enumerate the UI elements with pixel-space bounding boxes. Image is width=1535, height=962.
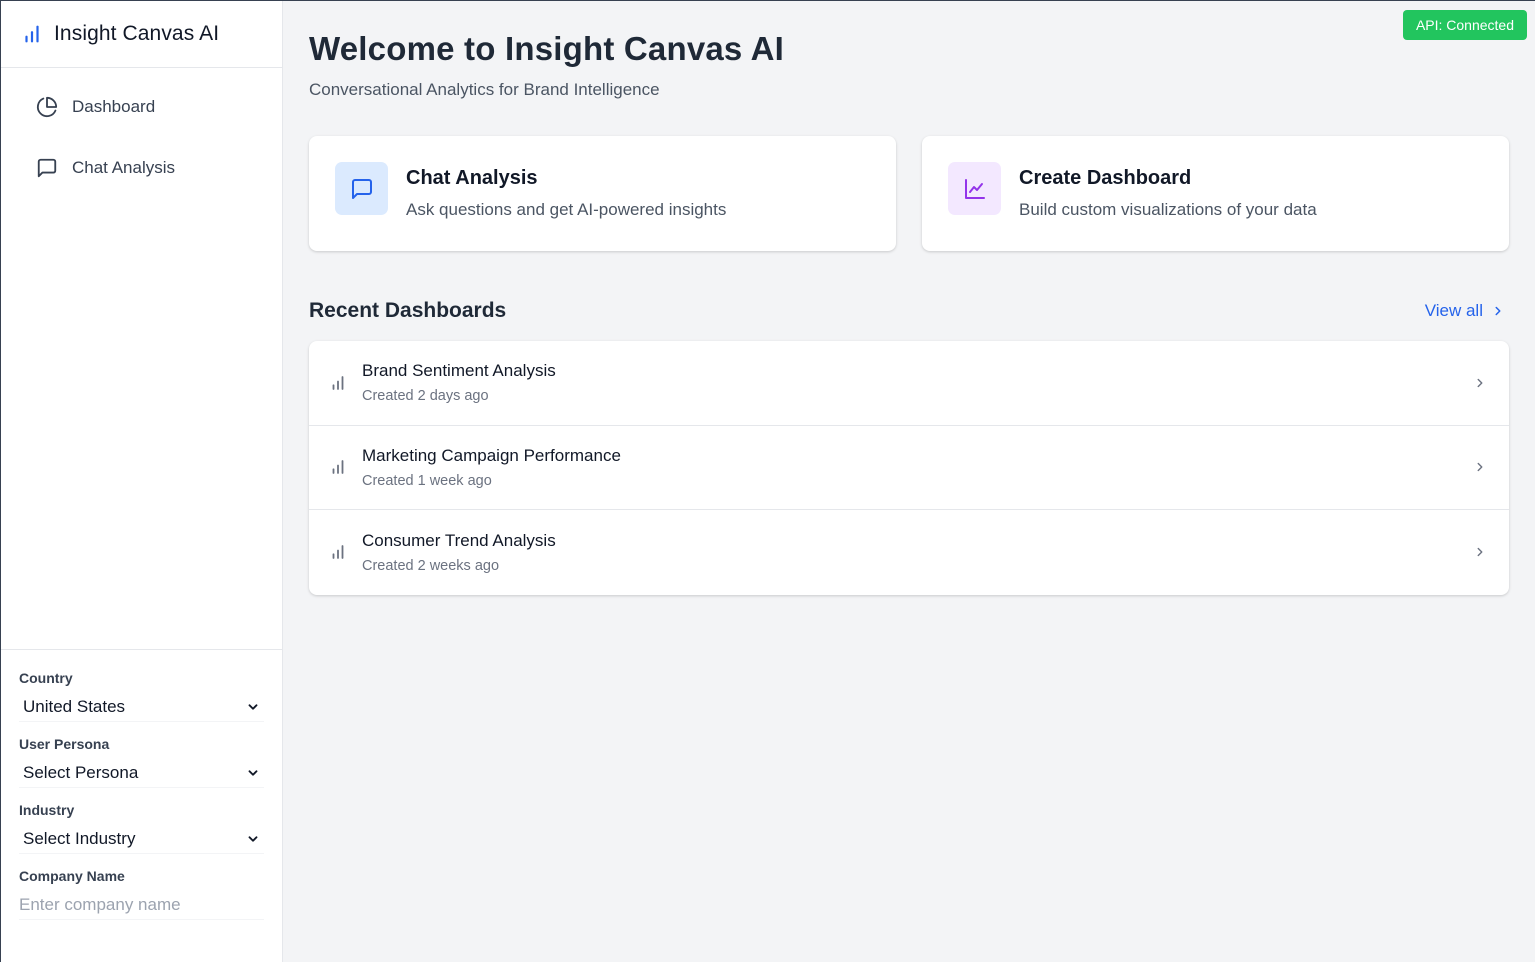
chevron-down-icon <box>246 700 260 714</box>
list-item-title: Consumer Trend Analysis <box>362 530 556 550</box>
country-value: United States <box>23 696 126 716</box>
chevron-down-icon <box>246 832 260 846</box>
bar-chart-icon <box>329 458 347 476</box>
recent-dashboards-header: Recent Dashboards View all <box>309 299 1509 323</box>
filter-panel: Country United States User Persona Selec… <box>1 649 282 962</box>
chevron-right-icon <box>1473 545 1487 559</box>
list-item-text: Marketing Campaign Performance Created 1… <box>362 446 1473 489</box>
chevron-right-icon <box>1473 376 1487 390</box>
section-title: Recent Dashboards <box>309 299 507 322</box>
card-title: Create Dashboard <box>1019 167 1192 189</box>
list-item[interactable]: Brand Sentiment Analysis Created 2 days … <box>309 341 1509 426</box>
list-item[interactable]: Marketing Campaign Performance Created 1… <box>309 426 1509 510</box>
page-subtitle: Conversational Analytics for Brand Intel… <box>309 80 660 99</box>
industry-select[interactable]: Select Industry <box>19 824 264 854</box>
card-description: Build custom visualizations of your data <box>1019 200 1317 219</box>
bar-chart-icon <box>21 23 43 45</box>
sidebar-nav: Dashboard Chat Analysis <box>1 68 282 208</box>
chat-analysis-card[interactable]: Chat Analysis Ask questions and get AI-p… <box>309 136 896 251</box>
recent-dashboards-list: Brand Sentiment Analysis Created 2 days … <box>309 341 1509 595</box>
country-select[interactable]: United States <box>19 692 264 722</box>
sidebar-item-label: Dashboard <box>72 97 156 116</box>
view-all-link[interactable]: View all <box>1425 301 1505 321</box>
message-square-icon <box>335 162 388 215</box>
list-item-subtitle: Created 2 weeks ago <box>362 557 500 574</box>
list-item-subtitle: Created 1 week ago <box>362 472 492 489</box>
industry-label: Industry <box>19 802 75 818</box>
list-item-subtitle: Created 2 days ago <box>362 388 489 405</box>
list-item-title: Marketing Campaign Performance <box>362 445 621 465</box>
list-item-text: Brand Sentiment Analysis Created 2 days … <box>362 361 1473 404</box>
list-item[interactable]: Consumer Trend Analysis Created 2 weeks … <box>309 510 1509 595</box>
company-name-input[interactable] <box>19 890 264 920</box>
bar-chart-icon <box>329 374 347 392</box>
card-text: Create Dashboard Build custom visualizat… <box>1019 162 1317 220</box>
line-chart-icon <box>948 162 1001 215</box>
view-all-label: View all <box>1424 301 1483 320</box>
brand-header: Insight Canvas AI <box>1 1 282 68</box>
chevron-right-icon <box>1473 460 1487 474</box>
sidebar: Insight Canvas AI Dashboard Chat Analysi… <box>1 1 283 962</box>
sidebar-item-label: Chat Analysis <box>72 158 175 177</box>
persona-value: Select Persona <box>23 762 139 782</box>
quick-action-cards: Chat Analysis Ask questions and get AI-p… <box>309 136 1509 251</box>
app-root: Insight Canvas AI Dashboard Chat Analysi… <box>0 0 1535 962</box>
main-content: API: Connected Welcome to Insight Canvas… <box>283 1 1535 962</box>
sidebar-item-chat-analysis[interactable]: Chat Analysis <box>17 147 266 189</box>
app-title: Insight Canvas AI <box>54 22 220 45</box>
card-description: Ask questions and get AI-powered insight… <box>406 200 727 219</box>
industry-value: Select Industry <box>23 828 136 848</box>
company-label: Company Name <box>19 868 125 884</box>
message-square-icon <box>36 157 58 179</box>
chevron-down-icon <box>246 766 260 780</box>
list-item-title: Brand Sentiment Analysis <box>362 361 556 381</box>
persona-label: User Persona <box>19 736 110 752</box>
create-dashboard-card[interactable]: Create Dashboard Build custom visualizat… <box>922 136 1509 251</box>
card-title: Chat Analysis <box>406 167 538 189</box>
pie-chart-icon <box>36 96 58 118</box>
persona-select[interactable]: Select Persona <box>19 758 264 788</box>
list-item-text: Consumer Trend Analysis Created 2 weeks … <box>362 531 1473 574</box>
chevron-right-icon <box>1491 304 1505 318</box>
bar-chart-icon <box>329 543 347 561</box>
api-status-badge: API: Connected <box>1402 10 1527 40</box>
sidebar-item-dashboard[interactable]: Dashboard <box>17 86 266 128</box>
page-title: Welcome to Insight Canvas AI <box>309 30 785 67</box>
country-label: Country <box>19 670 73 686</box>
card-text: Chat Analysis Ask questions and get AI-p… <box>406 162 726 220</box>
